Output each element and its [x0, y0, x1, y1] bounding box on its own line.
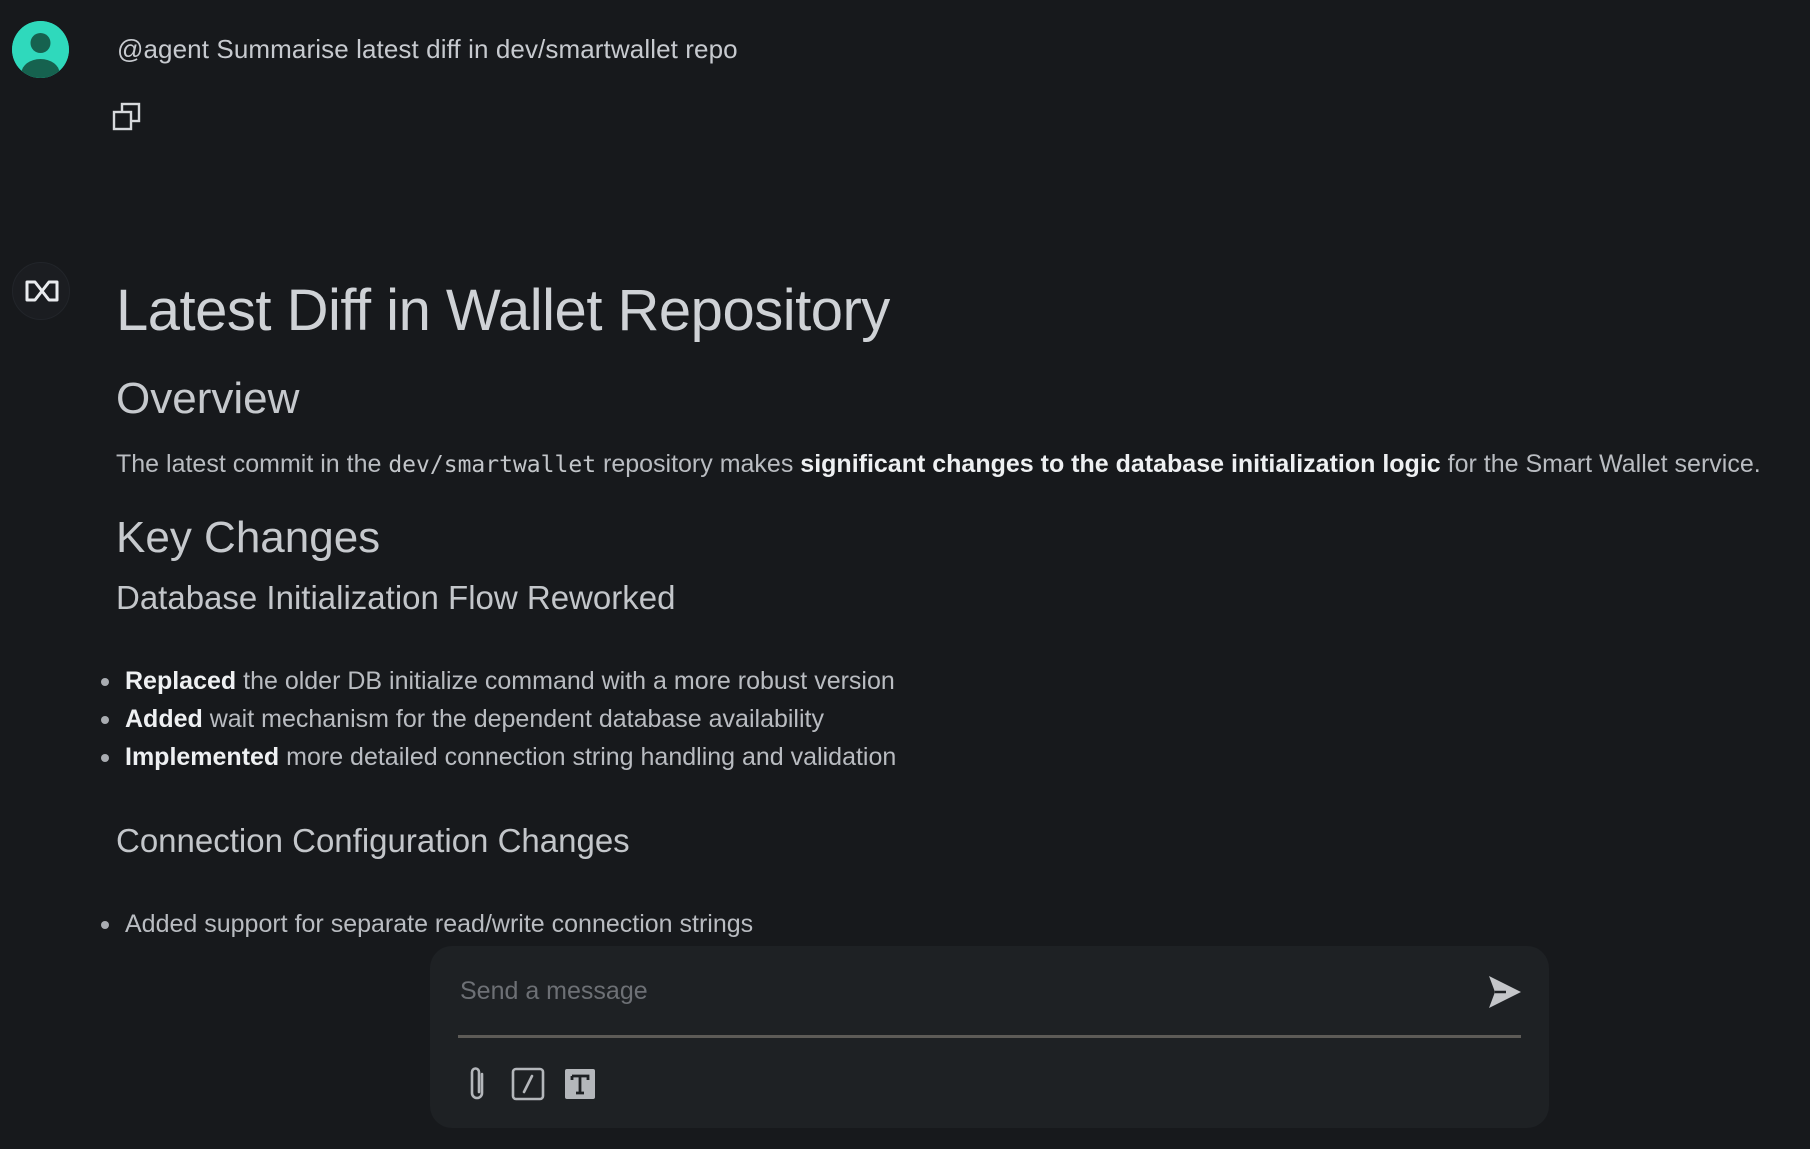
send-button[interactable]: [1484, 972, 1524, 1012]
slash-command-icon: [511, 1067, 545, 1101]
overview-text-middle: repository makes: [596, 450, 801, 478]
overview-text-bold: significant changes to the database init…: [800, 450, 1441, 478]
user-message-text: @agent Summarise latest diff in dev/smar…: [117, 34, 738, 64]
section1-list: Replaced the older DB initialize command…: [101, 662, 896, 776]
user-avatar: [12, 21, 69, 78]
user-avatar-icon: [12, 21, 69, 78]
list-item-bold: Replaced: [125, 667, 237, 695]
overview-text-suffix: for the Smart Wallet service.: [1440, 450, 1761, 478]
repo-code: dev/smartwallet: [388, 452, 597, 478]
list-item-text: wait mechanism for the dependent databas…: [202, 705, 824, 733]
section1-heading: Database Initialization Flow Reworked: [116, 579, 676, 616]
overview-paragraph: The latest commit in the dev/smartwallet…: [116, 450, 1806, 479]
section2-list: Added support for separate read/write co…: [101, 905, 753, 943]
slash-command-button[interactable]: [510, 1064, 546, 1104]
agent-logo-icon: [25, 280, 59, 302]
list-item-text: Added support for separate read/write co…: [125, 910, 754, 938]
list-item-bold: Added: [125, 705, 203, 733]
copy-icon: [112, 102, 141, 131]
list-item: Replaced the older DB initialize command…: [101, 662, 896, 700]
text-format-button[interactable]: [562, 1064, 598, 1104]
attach-button[interactable]: [460, 1064, 496, 1104]
text-format-icon: [565, 1069, 595, 1099]
overview-text-prefix: The latest commit in the: [116, 450, 389, 478]
message-composer: [430, 946, 1549, 1128]
list-item: Implemented more detailed connection str…: [101, 738, 896, 776]
input-underline: [458, 1035, 1521, 1038]
send-icon: [1489, 976, 1521, 1008]
key-changes-heading: Key Changes: [116, 513, 381, 562]
attach-icon: [470, 1067, 484, 1100]
agent-avatar: [12, 262, 70, 320]
response-title: Latest Diff in Wallet Repository: [116, 278, 890, 343]
list-item-bold: Implemented: [125, 743, 280, 771]
section2-heading: Connection Configuration Changes: [116, 822, 630, 859]
overview-heading: Overview: [116, 374, 300, 423]
list-item-text: more detailed connection string handling…: [279, 743, 897, 771]
list-item: Added support for separate read/write co…: [101, 905, 753, 943]
copy-button[interactable]: [110, 100, 144, 134]
list-item: Added wait mechanism for the dependent d…: [101, 700, 896, 738]
message-input[interactable]: [458, 960, 1482, 1022]
list-item-text: the older DB initialize command with a m…: [236, 667, 895, 695]
